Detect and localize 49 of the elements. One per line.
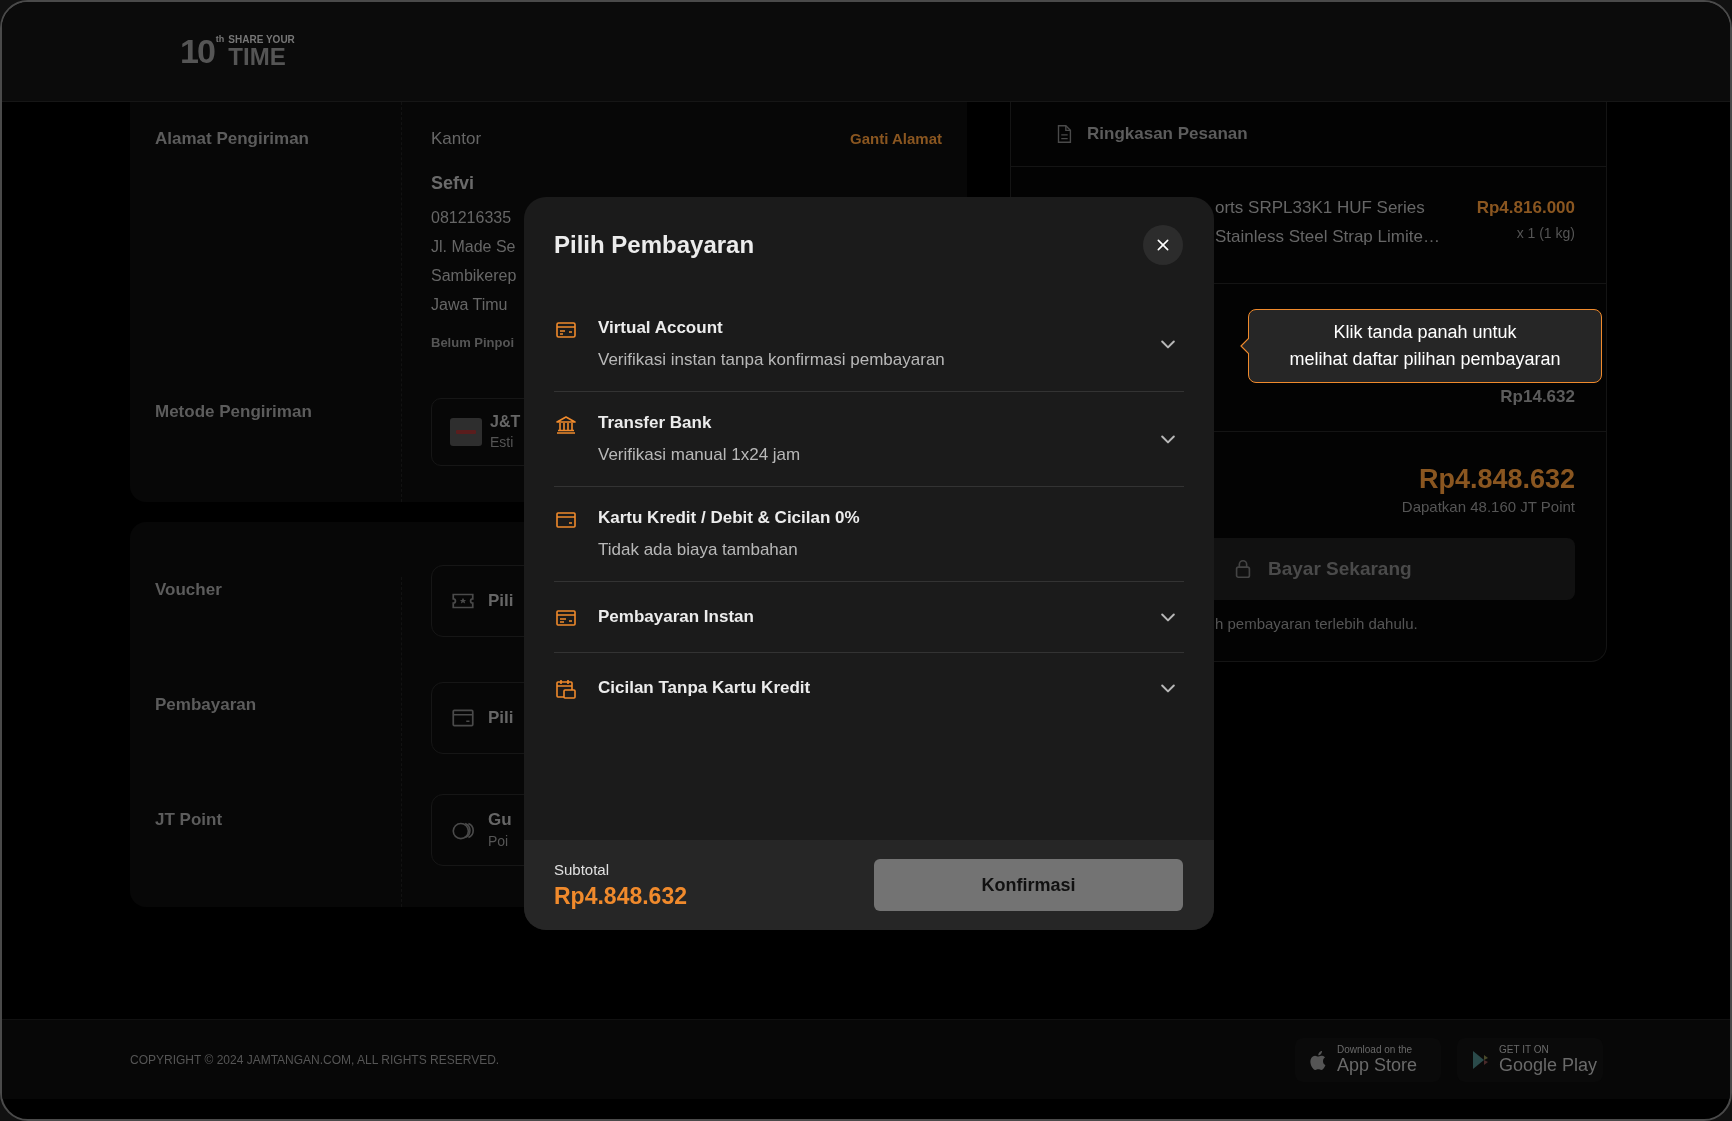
badge-caption: Download on the xyxy=(1337,1044,1414,1055)
address-line: Jl. Made Se xyxy=(431,237,516,257)
option-subtext: Poi xyxy=(488,832,510,851)
payment-note: h pembayaran terlebih dahulu. xyxy=(1215,615,1418,632)
section-label: Metode Pengiriman xyxy=(155,401,313,423)
points-earned: Dapatkan 48.160 JT Point xyxy=(1401,497,1575,517)
option-title: Transfer Bank xyxy=(598,412,713,434)
tooltip-text-line: Klik tanda panah untuk xyxy=(1333,321,1517,344)
subtotal-amount: Rp4.848.632 xyxy=(554,882,687,911)
total-amount: Rp4.848.632 xyxy=(1418,463,1575,496)
section-label: JT Point xyxy=(155,809,224,831)
address-line: 081216335 xyxy=(431,208,512,228)
option-title: Pembayaran Instan xyxy=(598,606,755,628)
badge-title: Google Play xyxy=(1499,1055,1598,1075)
fee-amount: Rp14.632 xyxy=(1500,387,1575,407)
tooltip-text-line: melihat daftar pilihan pembayaran xyxy=(1289,348,1561,371)
option-subtitle: Verifikasi instan tanpa konfirmasi pembayaran xyxy=(598,349,946,371)
option-subtitle: Verifikasi manual 1x24 jam xyxy=(598,444,802,466)
product-name-line: Stainless Steel Strap Limite… xyxy=(1215,226,1440,248)
section-label: Voucher xyxy=(155,579,223,601)
logo-suffix: th xyxy=(215,34,225,44)
logo-wordmark: TIME xyxy=(228,45,287,69)
section-label: Pembayaran xyxy=(155,694,258,716)
copyright-text: COPYRIGHT © 2024 JAMTANGAN.COM, ALL RIGHTS RESERVED. xyxy=(130,1051,500,1069)
badge-title: App Store xyxy=(1337,1055,1418,1075)
product-price: Rp4.816.000 xyxy=(1476,197,1575,219)
dialog-title: Pilih Pembayaran xyxy=(554,230,755,260)
recipient-name: Sefvi xyxy=(431,172,476,195)
option-text: Gu xyxy=(488,809,512,831)
courier-name: J&T xyxy=(490,412,521,432)
pinpoint-status: Belum Pinpoi xyxy=(431,334,515,352)
option-subtitle: Tidak ada biaya tambahan xyxy=(598,539,799,561)
product-name-line: orts SRPL33K1 HUF Series xyxy=(1215,197,1426,219)
summary-title: Ringkasan Pesanan xyxy=(1087,123,1248,146)
courier-estimate: Esti xyxy=(490,433,515,452)
address-line: Jawa Timu xyxy=(431,295,508,315)
subtotal-label: Subtotal xyxy=(554,860,611,880)
logo-number: 10 xyxy=(180,34,214,68)
address-line: Sambikerep xyxy=(431,266,517,286)
option-title: Virtual Account xyxy=(598,317,724,339)
option-text: Pili xyxy=(488,707,514,729)
badge-caption: GET IT ON xyxy=(1499,1044,1550,1055)
option-text: Pili xyxy=(488,590,514,612)
logo-tagline: SHARE YOUR xyxy=(228,34,295,45)
option-title: Kartu Kredit / Debit & Cicilan 0% xyxy=(598,507,861,529)
option-title: Cicilan Tanpa Kartu Kredit xyxy=(598,677,812,699)
address-name: Kantor xyxy=(431,128,482,150)
section-label: Alamat Pengiriman xyxy=(155,128,310,150)
product-quantity: x 1 (1 kg) xyxy=(1516,224,1575,243)
